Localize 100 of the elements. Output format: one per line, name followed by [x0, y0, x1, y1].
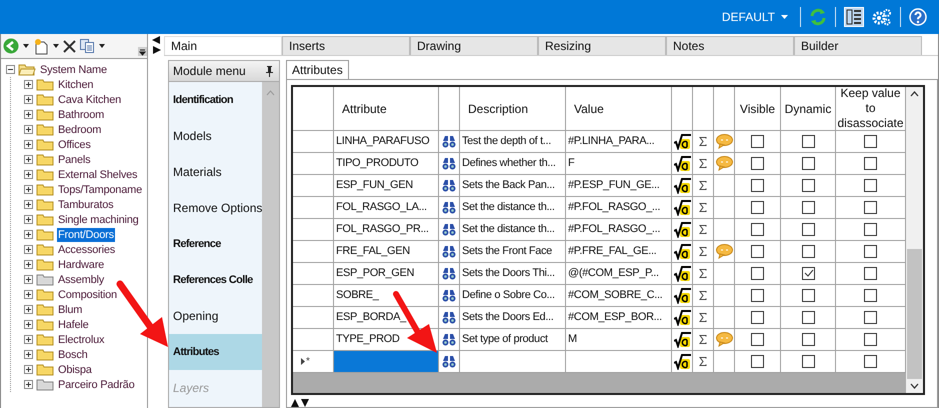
sigma-icon[interactable] [699, 269, 707, 278]
module-menu-item[interactable]: References Colle [169, 262, 262, 298]
module-menu-item[interactable]: Attributes [169, 334, 262, 370]
formula-icon[interactable] [674, 354, 690, 370]
checkbox[interactable] [802, 311, 814, 324]
caret-icon[interactable] [23, 44, 29, 48]
formula-icon[interactable] [674, 332, 690, 348]
row-header[interactable] [293, 263, 334, 285]
scroll-thumb[interactable] [907, 249, 922, 379]
tree-item[interactable]: Electrolux [57, 332, 106, 346]
sigma-icon[interactable] [699, 313, 707, 322]
formula-icon[interactable] [674, 310, 690, 326]
sigma-icon[interactable] [699, 291, 707, 300]
row-header[interactable] [293, 175, 334, 197]
copy-icon[interactable] [80, 39, 95, 53]
module-menu-item[interactable]: Reference [169, 226, 262, 262]
sigma-icon[interactable] [699, 203, 707, 212]
module-menu-item[interactable]: Opening [169, 298, 262, 334]
row-header[interactable] [293, 153, 334, 175]
input-field[interactable] [334, 351, 439, 373]
tree-item[interactable]: External Shelves [57, 168, 138, 182]
tab[interactable]: Inserts [282, 36, 410, 55]
checkbox[interactable] [864, 157, 877, 170]
expand-icon[interactable] [24, 155, 33, 164]
column-header[interactable]: Value [566, 87, 672, 131]
binoculars-icon[interactable] [442, 180, 456, 192]
expand-icon[interactable] [24, 230, 33, 239]
row-header[interactable] [293, 197, 334, 219]
row-header[interactable] [293, 307, 334, 329]
binoculars-icon[interactable] [442, 158, 456, 170]
checkbox[interactable] [864, 333, 877, 346]
help-icon[interactable] [909, 8, 927, 26]
formula-icon[interactable] [674, 178, 690, 194]
expand-icon[interactable] [24, 365, 33, 374]
module-menu-item[interactable]: Materials [169, 154, 262, 190]
checkbox[interactable] [802, 223, 814, 236]
comment-icon[interactable] [716, 134, 732, 149]
row-header[interactable] [293, 285, 334, 307]
sigma-icon[interactable] [699, 225, 707, 234]
formula-icon[interactable] [674, 200, 690, 216]
panel-layout-icon[interactable] [844, 7, 864, 27]
expand-icon[interactable] [24, 125, 33, 134]
binoculars-icon[interactable] [442, 290, 456, 302]
tab[interactable]: Builder [794, 36, 922, 55]
checkbox[interactable] [751, 245, 764, 258]
scrollbar[interactable] [906, 87, 923, 393]
tree-item[interactable]: Kitchen [57, 78, 94, 92]
overflow-icon[interactable] [138, 47, 148, 56]
expand-icon[interactable] [24, 380, 33, 389]
tree-item[interactable]: Accessories [57, 242, 116, 256]
checkbox[interactable] [864, 201, 877, 214]
tab[interactable]: Resizing [538, 36, 666, 55]
tree-item[interactable]: Front/Doors [57, 228, 115, 242]
settings-icon[interactable] [872, 8, 892, 26]
column-header[interactable]: Attribute [334, 87, 439, 131]
tree-item[interactable]: Composition [57, 288, 118, 302]
delete-icon[interactable] [63, 40, 76, 52]
caret-icon[interactable] [99, 44, 105, 48]
formula-icon[interactable] [674, 288, 690, 304]
scroll-down-icon[interactable] [910, 383, 919, 389]
module-menu-item[interactable]: Models [169, 118, 262, 154]
expand-icon[interactable] [24, 200, 33, 209]
expand-icon[interactable] [24, 95, 33, 104]
tree-item[interactable]: Hardware [57, 258, 106, 272]
row-header[interactable] [293, 329, 334, 351]
sigma-icon[interactable] [699, 137, 707, 146]
binoculars-icon[interactable] [442, 246, 456, 258]
tree-item[interactable]: Offices [57, 138, 92, 152]
formula-icon[interactable] [674, 244, 690, 260]
scroll-up-icon[interactable] [910, 91, 919, 97]
checkbox[interactable] [864, 289, 877, 302]
checkbox[interactable] [802, 267, 814, 280]
checkbox[interactable] [802, 157, 814, 170]
sigma-icon[interactable] [699, 247, 707, 256]
profile-dropdown[interactable]: DEFAULT [718, 10, 792, 24]
module-menu-item[interactable]: Remove Options [169, 190, 262, 226]
tree-item[interactable]: Parceiro Padrão [57, 378, 136, 392]
pin-icon[interactable] [266, 66, 273, 76]
tab[interactable]: Drawing [410, 36, 538, 55]
expand-icon[interactable] [24, 335, 33, 344]
binoculars-icon[interactable] [442, 356, 456, 368]
checkbox[interactable] [751, 201, 764, 214]
expand-icon[interactable] [24, 320, 33, 329]
expand-icon[interactable] [24, 275, 33, 284]
binoculars-icon[interactable] [442, 334, 456, 346]
checkbox[interactable] [751, 135, 764, 148]
tree-item[interactable]: Bosch [57, 348, 89, 362]
expand-icon[interactable] [24, 290, 33, 299]
checkbox[interactable] [864, 179, 877, 192]
checkbox[interactable] [751, 333, 764, 346]
binoculars-icon[interactable] [442, 136, 456, 148]
sigma-icon[interactable] [699, 357, 707, 366]
checkbox[interactable] [751, 223, 764, 236]
sigma-icon[interactable] [699, 159, 707, 168]
checkbox[interactable] [864, 355, 877, 368]
checkbox[interactable] [751, 157, 764, 170]
checkbox[interactable] [864, 311, 877, 324]
checkbox[interactable] [802, 245, 814, 258]
tree-item[interactable]: Tops/Tamponame [57, 182, 144, 196]
tree-item[interactable]: Single machining [57, 212, 140, 226]
